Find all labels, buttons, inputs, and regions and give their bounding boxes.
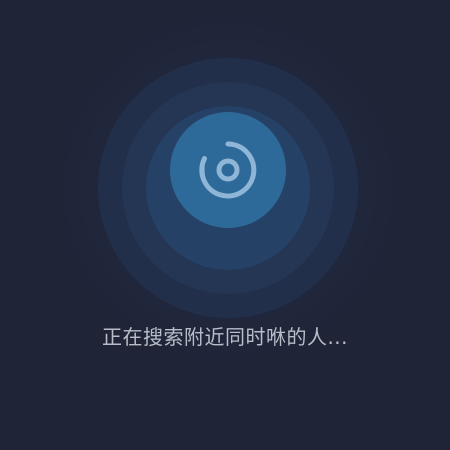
radar-scan-icon [192, 134, 264, 206]
searching-status-text: 正在搜索附近同时咻的人... [101, 325, 349, 349]
search-screen: 正在搜索附近同时咻的人... [0, 0, 450, 450]
scan-button[interactable] [170, 112, 286, 228]
